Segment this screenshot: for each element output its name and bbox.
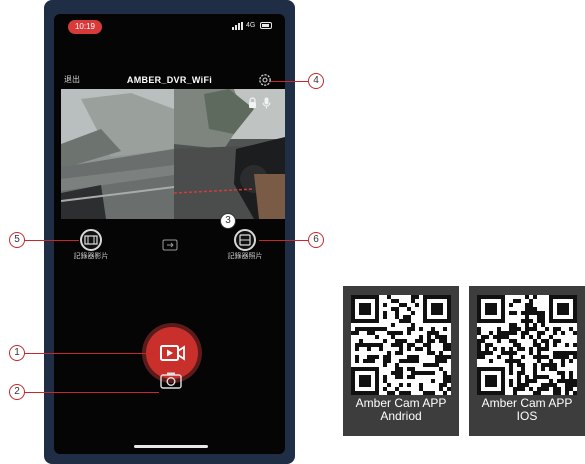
qr-code-android[interactable]	[351, 295, 451, 395]
film-icon	[84, 235, 98, 245]
switch-camera-icon[interactable]	[162, 239, 178, 251]
live-video-feed[interactable]	[61, 89, 285, 219]
qr-caption-ios: Amber Cam APP IOS	[481, 396, 573, 423]
recorder-videos-label: 記錄器影片	[73, 253, 109, 260]
recorder-videos-button[interactable]	[80, 229, 102, 251]
callout-1: 1	[9, 345, 25, 361]
callout-line-2	[24, 392, 159, 393]
app-screen: 10:19 4G 退出 AMBER_DVR_WiFi 記錄器影片 記錄器照片	[54, 14, 285, 454]
gear-icon[interactable]	[257, 72, 273, 88]
status-time: 10:19	[68, 20, 102, 34]
page-title: AMBER_DVR_WiFi	[126, 75, 213, 85]
battery-icon	[260, 22, 272, 29]
exit-button[interactable]: 退出	[64, 72, 80, 88]
callout-line-1	[24, 353, 154, 354]
callout-5: 5	[9, 232, 25, 248]
home-indicator	[134, 445, 208, 448]
callout-6: 6	[308, 232, 324, 248]
recorder-photos-label: 記錄器照片	[227, 253, 263, 260]
recorder-photos-button[interactable]	[234, 229, 256, 251]
photo-icon	[239, 234, 251, 246]
callout-line-5	[24, 240, 79, 241]
qr-card-android: Amber Cam APP Andriod	[343, 286, 459, 436]
network-type: 4G	[246, 22, 256, 29]
callout-3: 3	[220, 213, 236, 229]
nav-bar: 退出 AMBER_DVR_WiFi	[54, 72, 285, 88]
qr-card-ios: Amber Cam APP IOS	[469, 286, 585, 436]
front-camera-view	[61, 89, 174, 219]
lock-icon[interactable]	[247, 97, 258, 109]
camera-icon[interactable]	[160, 371, 182, 389]
callout-2: 2	[9, 384, 25, 400]
callout-line-4	[271, 81, 308, 82]
signal-icon	[232, 22, 244, 30]
status-bar: 10:19 4G	[54, 14, 285, 40]
callout-line-6	[259, 240, 308, 241]
microphone-icon[interactable]	[261, 97, 272, 109]
qr-code-ios[interactable]	[477, 295, 577, 395]
callout-4: 4	[308, 73, 324, 89]
recorder-actions: 記錄器影片 記錄器照片	[54, 229, 285, 279]
qr-caption-android: Amber Cam APP Andriod	[355, 396, 447, 423]
